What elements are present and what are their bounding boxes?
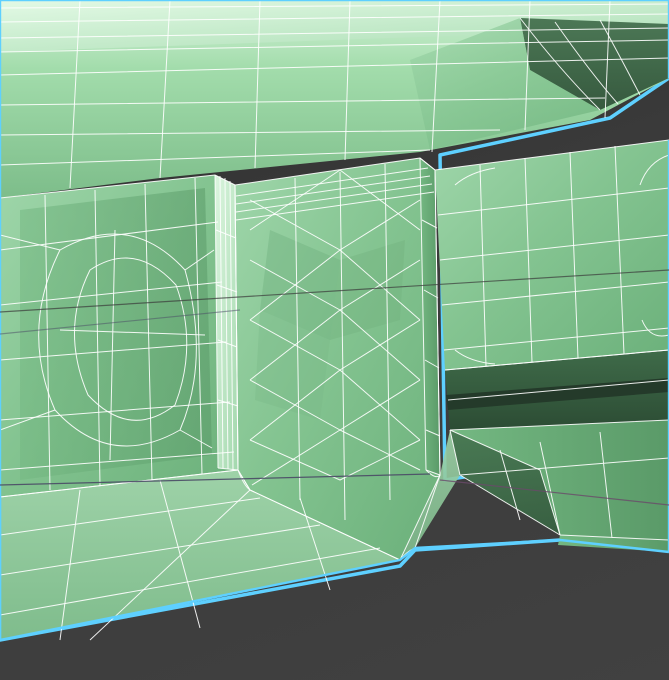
viewport-3d[interactable] [0, 0, 669, 680]
mesh-render [0, 0, 669, 680]
mesh-faces [0, 0, 669, 640]
